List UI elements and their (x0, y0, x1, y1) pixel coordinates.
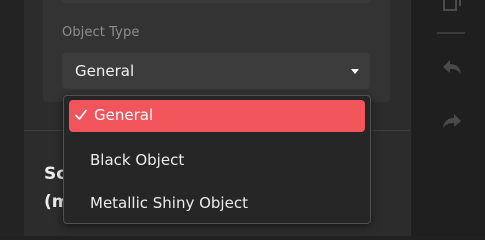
toolbar-divider (410, 0, 411, 236)
redo-icon[interactable] (440, 110, 464, 134)
pages-icon[interactable] (440, 0, 464, 16)
left-sidebar (0, 0, 24, 236)
option-black-object[interactable]: Black Object (64, 143, 370, 179)
option-label: General (94, 106, 154, 124)
caret-down-icon (351, 69, 359, 74)
option-label: Black Object (90, 151, 185, 169)
undo-icon[interactable] (440, 56, 464, 80)
object-type-select[interactable]: General (62, 53, 370, 89)
checkmark-icon (75, 109, 87, 120)
option-general[interactable]: General (69, 100, 365, 132)
object-type-select-value: General (75, 62, 135, 80)
option-label: Metallic Shiny Object (90, 194, 248, 212)
object-type-label: Object Type (62, 25, 140, 40)
option-metallic-shiny-object[interactable]: Metallic Shiny Object (64, 186, 370, 222)
previous-field-edge (62, 0, 370, 3)
toolbar-separator (437, 32, 465, 34)
object-type-dropdown-menu: General Black Object Metallic Shiny Obje… (63, 95, 371, 224)
